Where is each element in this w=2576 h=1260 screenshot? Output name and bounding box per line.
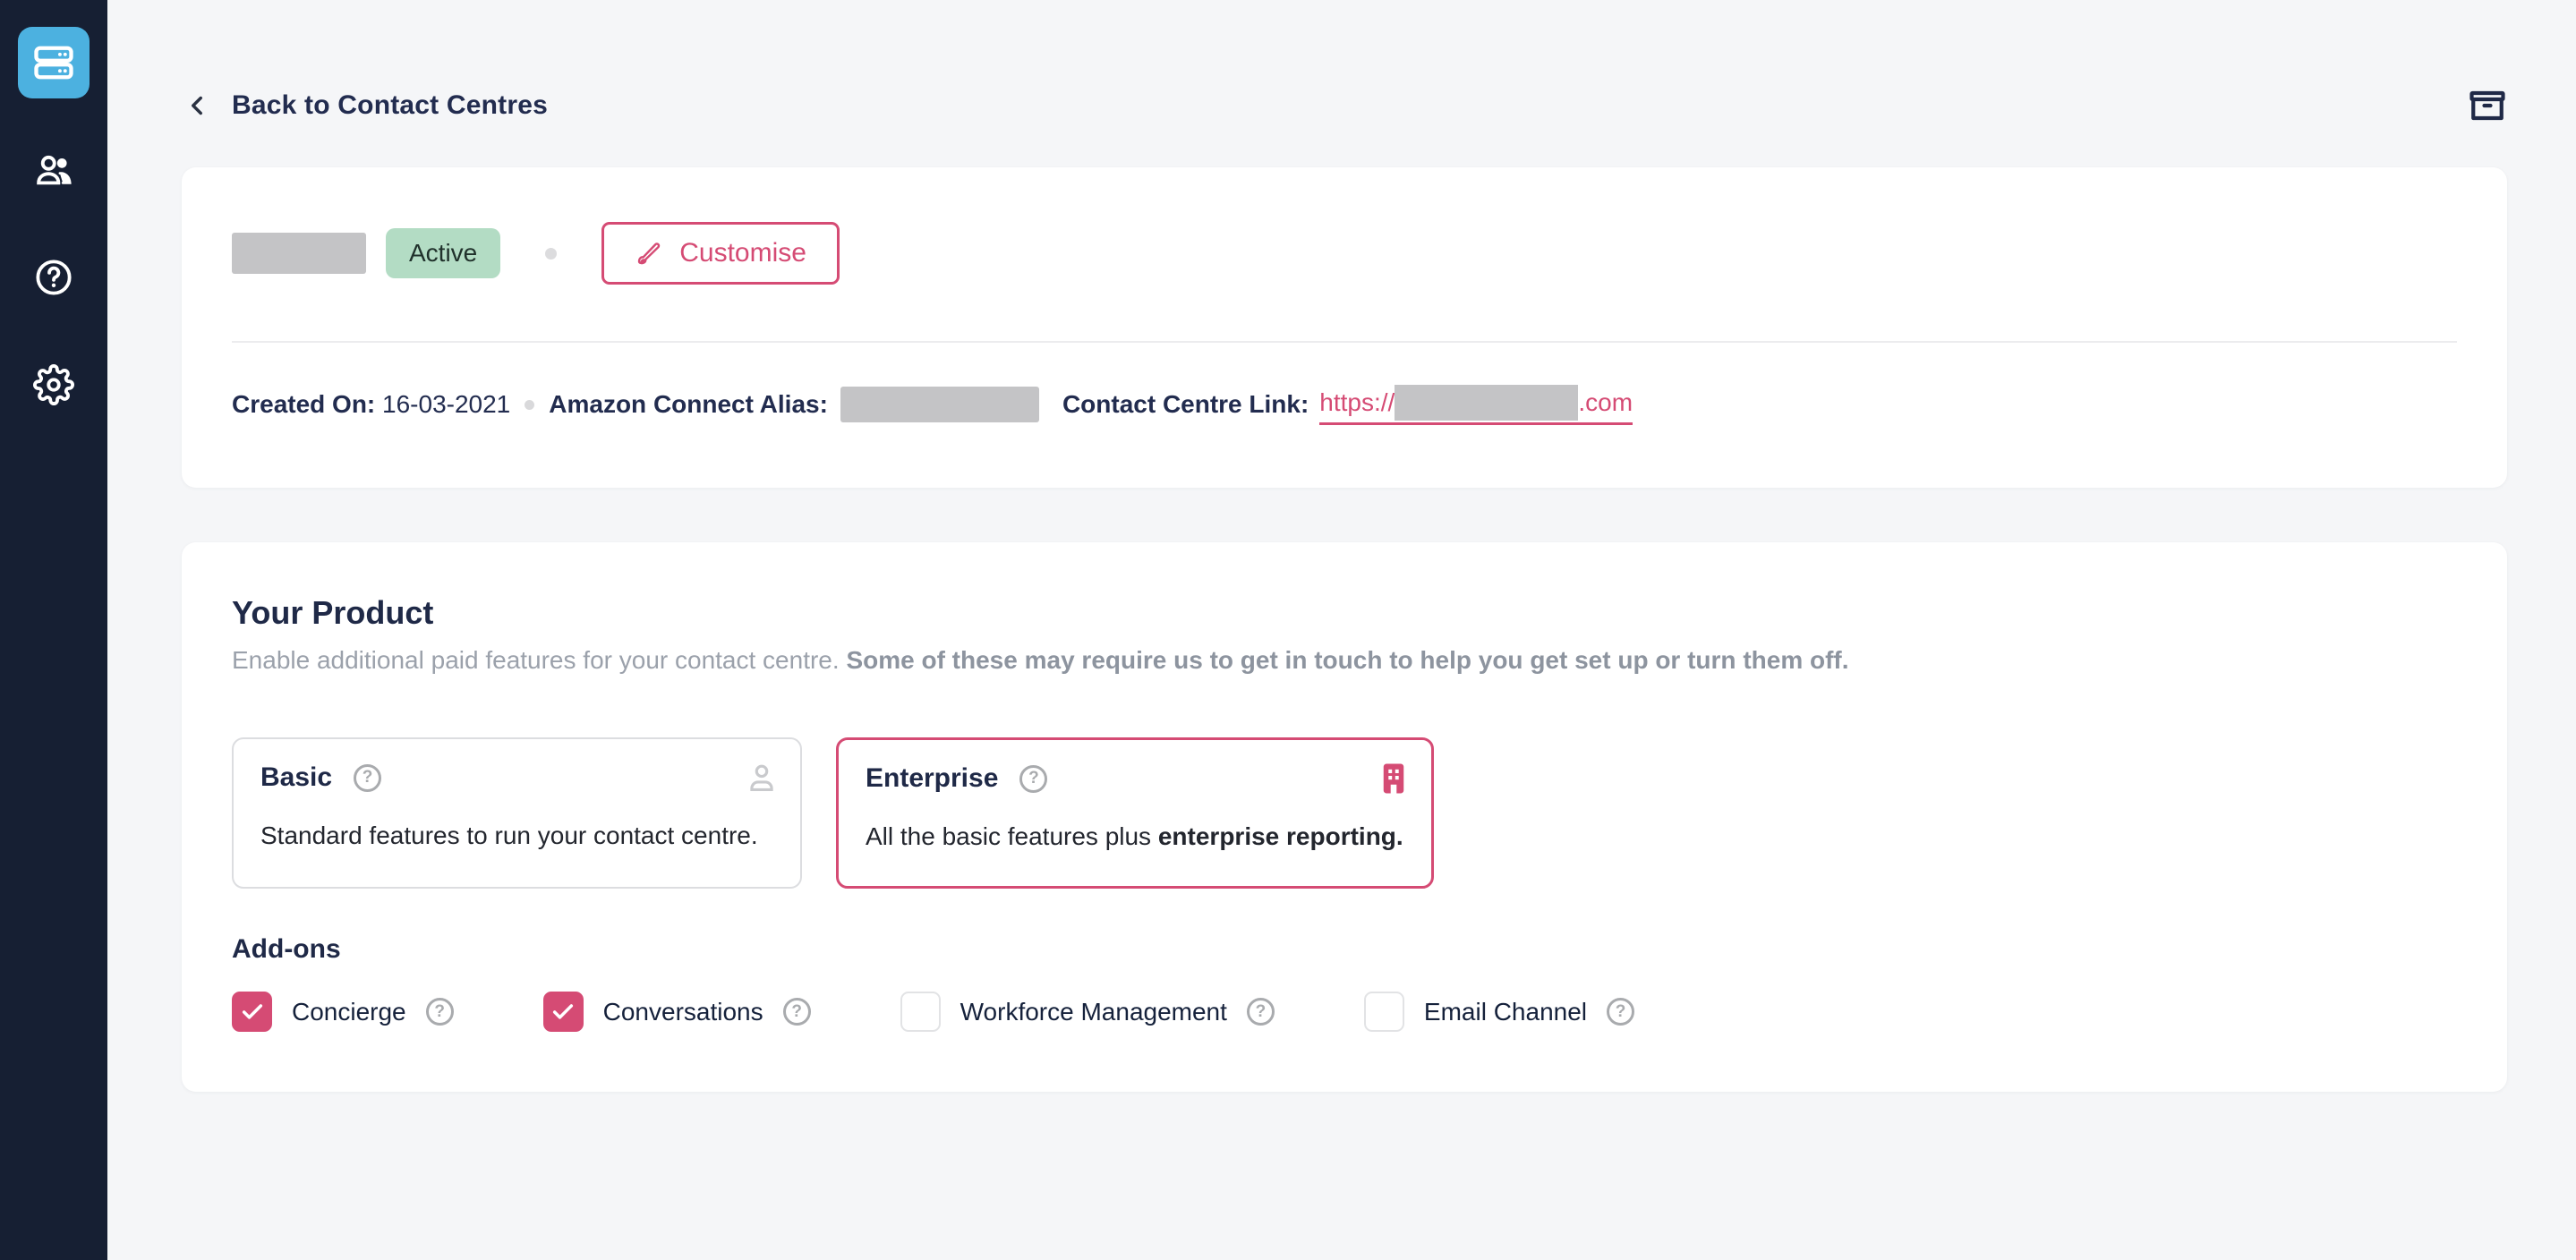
separator-dot <box>545 248 557 260</box>
contact-centre-header-card: Active Customise Created On: 16-03-2021 … <box>182 167 2507 488</box>
subtitle-normal: Enable additional paid features for your… <box>232 646 846 674</box>
created-on-value: 16-03-2021 <box>375 390 510 419</box>
your-product-title: Your Product <box>232 594 433 632</box>
plan-basic-description: Standard features to run your contact ce… <box>260 822 758 850</box>
addon-concierge-label: Concierge <box>292 998 406 1026</box>
your-product-subtitle: Enable additional paid features for your… <box>232 646 1849 675</box>
plan-enterprise-header: Enterprise ? <box>866 763 1404 794</box>
gear-icon <box>33 364 74 405</box>
question-circle-icon[interactable]: ? <box>1247 998 1275 1026</box>
customise-button[interactable]: Customise <box>601 222 840 285</box>
question-circle-icon[interactable]: ? <box>354 764 381 792</box>
addon-conversations: Conversations ? <box>543 992 811 1032</box>
addon-email-channel: Email Channel ? <box>1364 992 1634 1032</box>
sidebar <box>0 0 107 1260</box>
conversations-checkbox[interactable] <box>543 992 584 1032</box>
question-circle-icon[interactable]: ? <box>426 998 454 1026</box>
plan-enterprise-description: All the basic features plus enterprise r… <box>866 822 1403 851</box>
back-link-label: Back to Contact Centres <box>232 90 548 121</box>
plan-card-enterprise[interactable]: Enterprise ? All the basic features plus… <box>836 737 1434 889</box>
your-product-card: Your Product Enable additional paid feat… <box>182 542 2507 1092</box>
email-channel-checkbox[interactable] <box>1364 992 1404 1032</box>
amazon-connect-alias-label: Amazon Connect Alias: <box>549 390 828 419</box>
addon-conversations-label: Conversations <box>603 998 763 1026</box>
created-on-label: Created On: <box>232 390 375 419</box>
sidebar-item-help[interactable] <box>32 256 75 299</box>
user-icon <box>745 759 779 796</box>
question-circle-icon[interactable]: ? <box>1019 765 1047 793</box>
contact-centre-name-redacted <box>232 233 366 274</box>
plan-enterprise-name: Enterprise <box>866 763 998 794</box>
question-circle-icon[interactable]: ? <box>783 998 811 1026</box>
plan-card-basic[interactable]: Basic ? Standard features to run your co… <box>232 737 802 889</box>
link-prefix: https:// <box>1319 388 1395 417</box>
header-card-top-row: Active Customise <box>232 219 2457 287</box>
addon-workforce-management-label: Workforce Management <box>960 998 1227 1026</box>
plan-basic-header: Basic ? <box>260 762 773 793</box>
server-stack-icon <box>30 39 77 86</box>
link-suffix: .com <box>1578 388 1633 417</box>
sidebar-item-settings[interactable] <box>32 363 75 406</box>
header-card-divider <box>232 341 2457 343</box>
topbar: Back to Contact Centres <box>182 79 2509 132</box>
building-icon <box>1378 760 1410 797</box>
addon-email-channel-label: Email Channel <box>1424 998 1587 1026</box>
addons-title: Add-ons <box>232 934 341 965</box>
archive-icon <box>2469 87 2506 124</box>
amazon-connect-alias-redacted <box>840 387 1039 422</box>
status-badge: Active <box>386 228 500 278</box>
addon-concierge: Concierge ? <box>232 992 454 1032</box>
subtitle-bold: Some of these may require us to get in t… <box>846 646 1848 674</box>
addon-workforce-management: Workforce Management ? <box>900 992 1275 1032</box>
link-middle-redacted <box>1395 385 1578 421</box>
question-circle-icon[interactable]: ? <box>1607 998 1634 1026</box>
separator-dot <box>525 400 534 410</box>
chevron-left-icon <box>182 90 212 121</box>
paintbrush-icon <box>635 239 663 268</box>
header-card-meta-row: Created On: 16-03-2021 Amazon Connect Al… <box>232 382 1633 427</box>
workforce-management-checkbox[interactable] <box>900 992 941 1032</box>
help-circle-icon <box>33 257 74 298</box>
desc-bold: enterprise reporting. <box>1158 822 1403 850</box>
archive-button[interactable] <box>2466 84 2509 127</box>
main-content: Back to Contact Centres Active <box>107 0 2576 1260</box>
desc-normal: All the basic features plus <box>866 822 1158 850</box>
customise-button-label: Customise <box>679 238 806 268</box>
contact-centre-link-label: Contact Centre Link: <box>1062 390 1309 419</box>
sidebar-item-contacts[interactable] <box>32 149 75 192</box>
addons-row: Concierge ? Conversations ? Workforce Ma… <box>232 992 1634 1032</box>
plan-basic-name: Basic <box>260 762 332 793</box>
concierge-checkbox[interactable] <box>232 992 272 1032</box>
contact-centre-link[interactable]: https:// .com <box>1319 385 1633 425</box>
app-logo[interactable] <box>18 27 90 98</box>
back-to-contact-centres-link[interactable]: Back to Contact Centres <box>182 90 548 121</box>
plan-options: Basic ? Standard features to run your co… <box>232 737 1434 889</box>
people-icon <box>33 149 74 191</box>
